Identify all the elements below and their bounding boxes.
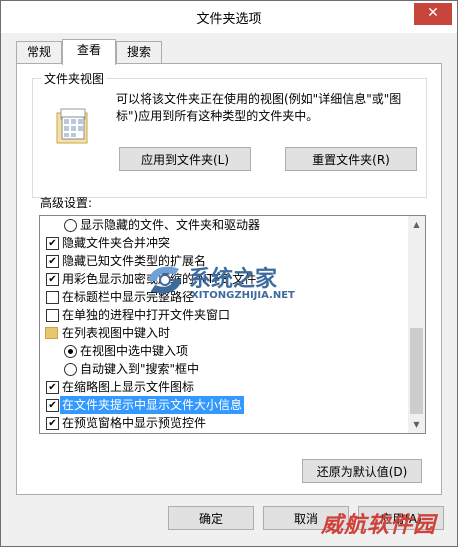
- folder-icon: [45, 327, 58, 339]
- checkbox[interactable]: ✔: [46, 273, 59, 286]
- list-item-label: 在视图中选中键入项: [80, 344, 189, 358]
- scroll-up-arrow-icon[interactable]: ▲: [408, 216, 425, 233]
- folder-view-icon: [56, 108, 88, 144]
- vertical-scrollbar[interactable]: ▲ ▼: [408, 216, 425, 433]
- scroll-down-arrow-icon[interactable]: ▼: [408, 416, 425, 433]
- list-item[interactable]: 自动键入到"搜索"框中: [40, 360, 408, 378]
- list-item-label: 在标题栏中显示完整路径: [62, 290, 195, 304]
- list-item-label: 显示隐藏的文件、文件夹和驱动器: [80, 218, 261, 232]
- folder-views-title: 文件夹视图: [41, 70, 108, 87]
- close-button[interactable]: ✕: [414, 3, 452, 25]
- checkbox[interactable]: ✔: [46, 237, 59, 250]
- list-item-label: 用彩色显示加密或压缩的 NTFS 文件: [62, 272, 257, 286]
- folder-views-description: 可以将该文件夹正在使用的视图(例如"详细信息"或"图标")应用到所有这种类型的文…: [116, 92, 402, 123]
- view-tab-panel: 文件夹视图 可以将该文件夹正在使用的视图(例如"详细信息"或"图标")应用到所有…: [16, 63, 442, 495]
- folder-views-group: 文件夹视图 可以将该文件夹正在使用的视图(例如"详细信息"或"图标")应用到所有…: [32, 70, 427, 198]
- checkbox[interactable]: [46, 291, 59, 304]
- list-item[interactable]: ✔ 在预览窗格中显示预览控件: [40, 414, 408, 432]
- folder-options-dialog: 文件夹选项 ✕ 常规 查看 搜索 文件夹视图 可以将该文件夹正在使用的视图(例如: [0, 0, 458, 547]
- list-item[interactable]: 在标题栏中显示完整路径: [40, 288, 408, 306]
- list-item-label: 隐藏文件夹合并冲突: [62, 236, 171, 250]
- list-item[interactable]: ✔ 隐藏文件夹合并冲突: [40, 234, 408, 252]
- list-item[interactable]: 在视图中选中键入项: [40, 342, 408, 360]
- radio-button[interactable]: [64, 345, 77, 358]
- radio-button[interactable]: [64, 363, 77, 376]
- checkbox[interactable]: ✔: [46, 399, 59, 412]
- ok-button[interactable]: 确定: [168, 506, 254, 530]
- apply-to-folders-button[interactable]: 应用到文件夹(L): [119, 147, 251, 171]
- list-item: 在列表视图中键入时: [40, 324, 408, 342]
- list-item-label: 在文件夹提示中显示文件大小信息: [60, 396, 245, 414]
- tab-view[interactable]: 查看: [62, 39, 116, 65]
- list-item[interactable]: ✔ 在缩略图上显示文件图标: [40, 378, 408, 396]
- list-item-label: 在单独的进程中打开文件夹窗口: [62, 308, 231, 322]
- list-item-label: 在预览窗格中显示预览控件: [62, 416, 207, 430]
- tab-general[interactable]: 常规: [16, 41, 62, 63]
- list-item-label: 在列表视图中键入时: [62, 326, 171, 340]
- checkbox[interactable]: ✔: [46, 381, 59, 394]
- list-item[interactable]: ✔ 用彩色显示加密或压缩的 NTFS 文件: [40, 270, 408, 288]
- checkbox[interactable]: ✔: [46, 417, 59, 430]
- checkbox[interactable]: ✔: [46, 255, 59, 268]
- title-bar: 文件夹选项 ✕: [1, 1, 457, 33]
- tab-search[interactable]: 搜索: [116, 41, 162, 63]
- checkbox[interactable]: [46, 309, 59, 322]
- radio-button[interactable]: [64, 219, 77, 232]
- scrollbar-thumb[interactable]: [410, 328, 423, 414]
- list-item[interactable]: 在单独的进程中打开文件夹窗口: [40, 306, 408, 324]
- list-item[interactable]: 显示隐藏的文件、文件夹和驱动器: [40, 216, 408, 234]
- restore-defaults-button[interactable]: 还原为默认值(D): [302, 459, 422, 483]
- apply-button[interactable]: 应用(A): [358, 506, 444, 530]
- list-item-selected[interactable]: ✔ 在文件夹提示中显示文件大小信息: [40, 396, 408, 414]
- list-item-label: 在缩略图上显示文件图标: [62, 380, 195, 394]
- list-item-label: 隐藏已知文件类型的扩展名: [62, 254, 207, 268]
- list-item-label: 自动键入到"搜索"框中: [80, 362, 200, 376]
- list-item[interactable]: ✔ 隐藏已知文件类型的扩展名: [40, 252, 408, 270]
- reset-folders-button[interactable]: 重置文件夹(R): [285, 147, 417, 171]
- window-title: 文件夹选项: [196, 12, 262, 27]
- advanced-settings-label: 高级设置:: [40, 196, 93, 210]
- cancel-button[interactable]: 取消: [263, 506, 349, 530]
- advanced-settings-list[interactable]: 显示隐藏的文件、文件夹和驱动器 ✔ 隐藏文件夹合并冲突 ✔ 隐藏已知文件类型的扩…: [39, 215, 426, 434]
